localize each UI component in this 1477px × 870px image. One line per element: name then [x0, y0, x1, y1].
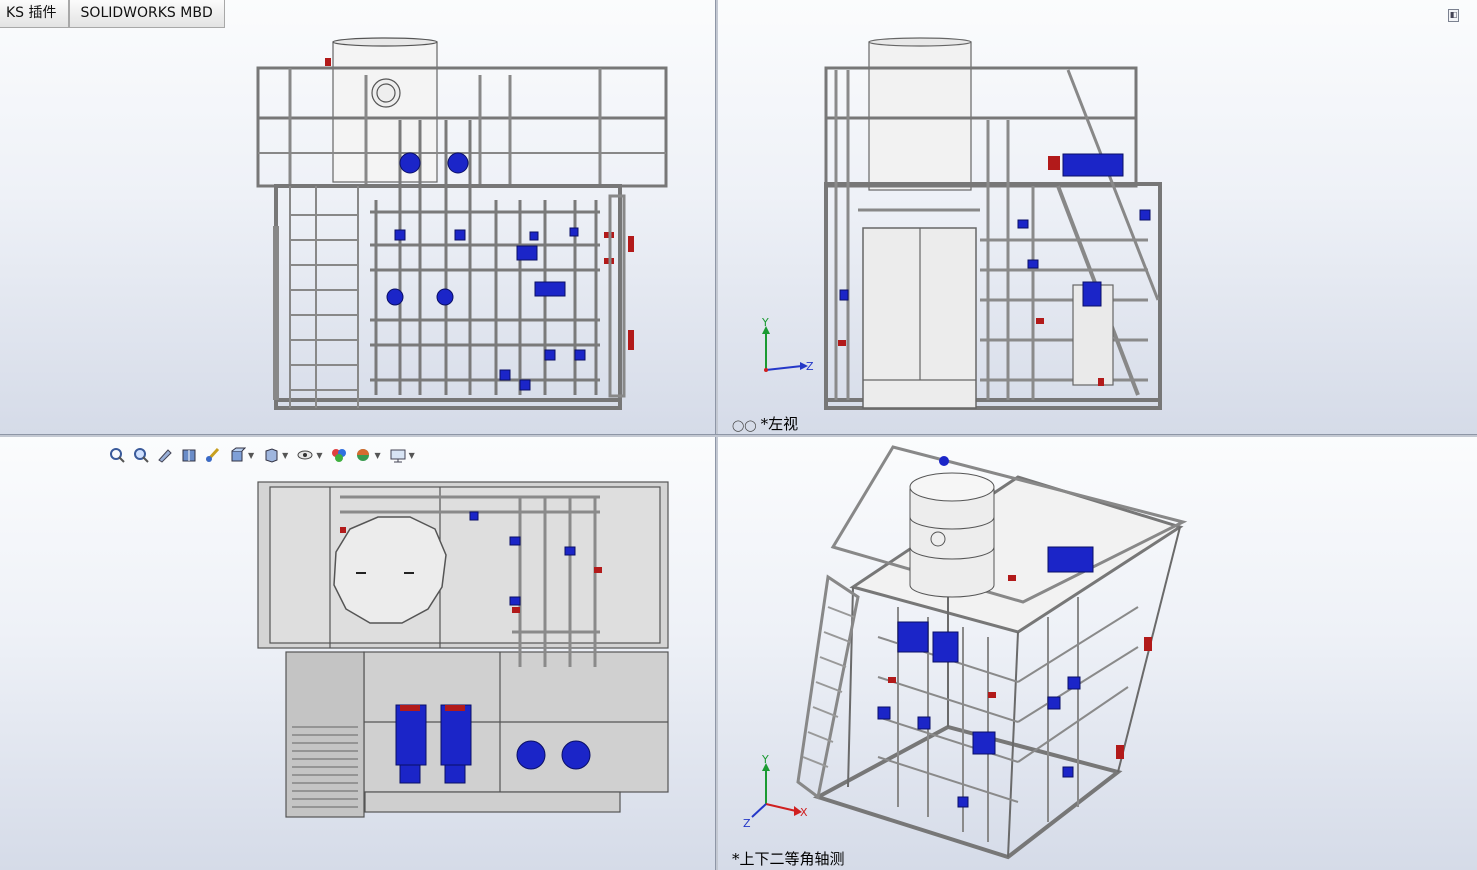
- feature-manager-tabs: KS 插件 SOLIDWORKS MBD: [0, 0, 225, 28]
- top-view-model: [257, 481, 669, 818]
- coordinate-triad-icon: [762, 326, 808, 372]
- isometric-view-model: Y X Z: [743, 445, 1188, 860]
- view-label-iso: *上下二等角轴测: [732, 850, 845, 868]
- iso-triad-y-label: Y: [761, 753, 769, 766]
- left-view-model: Y Z: [761, 37, 1162, 410]
- viewport-front[interactable]: [0, 0, 715, 434]
- viewport-top[interactable]: ▼ ▼ ▼ ▼ ▼: [0, 437, 715, 870]
- tab-plugins[interactable]: KS 插件: [0, 0, 69, 28]
- viewport-left[interactable]: ◧ Y Z ◯◯ *左视: [718, 0, 1477, 434]
- viewport-splitter-horizontal[interactable]: [0, 434, 1477, 437]
- triad-z-label: Z: [806, 360, 814, 373]
- view-label-left: ◯◯ *左视: [732, 413, 798, 434]
- left-view-label-text: *左视: [760, 415, 799, 433]
- viewport-isometric[interactable]: Y X Z *上下二等角轴测: [718, 437, 1477, 870]
- link-views-icon[interactable]: ◯◯: [732, 419, 757, 432]
- viewport-restore-icon[interactable]: ◧: [1448, 9, 1459, 22]
- triad-y-label: Y: [761, 316, 769, 329]
- iso-triad-z-label: Z: [743, 817, 751, 830]
- tab-solidworks-mbd[interactable]: SOLIDWORKS MBD: [68, 0, 225, 28]
- iso-triad-x-label: X: [800, 806, 808, 819]
- front-view-model: [256, 37, 668, 410]
- isometric-triad-icon: [751, 763, 802, 818]
